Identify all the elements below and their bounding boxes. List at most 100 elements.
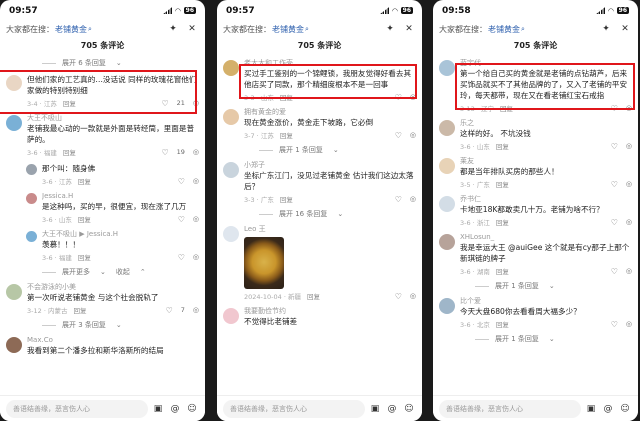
- image-icon[interactable]: ▣: [151, 402, 165, 416]
- heart-icon[interactable]: ♡: [395, 292, 402, 301]
- dislike-icon[interactable]: ◎: [626, 267, 632, 275]
- reply-button[interactable]: 回复: [496, 141, 509, 151]
- comment-input[interactable]: 善语结善缘，恶言伤人心: [6, 399, 148, 418]
- avatar[interactable]: [223, 308, 239, 324]
- username[interactable]: Jessica.H: [42, 192, 199, 201]
- avatar[interactable]: [439, 158, 455, 174]
- reply-button[interactable]: 回复: [500, 103, 513, 113]
- dislike-icon[interactable]: ◎: [193, 306, 199, 314]
- reply-button[interactable]: 回复: [496, 217, 509, 227]
- dislike-icon[interactable]: ◎: [410, 131, 416, 139]
- heart-icon[interactable]: ♡: [611, 180, 618, 189]
- avatar[interactable]: [6, 75, 22, 91]
- expand-replies[interactable]: 展开 6 条回复 ⌄: [0, 56, 205, 71]
- search-suggestion-bar[interactable]: 大家都在搜： 老铺黄金 ⌕ ✦ ✕: [433, 18, 638, 40]
- username[interactable]: 蓝宇代: [460, 59, 632, 68]
- heart-icon[interactable]: ♡: [395, 195, 402, 204]
- dislike-icon[interactable]: ◎: [626, 180, 632, 188]
- expand-replies[interactable]: 展开 16 条回复 ⌄: [217, 207, 422, 222]
- username[interactable]: 小郑子: [244, 161, 416, 170]
- avatar[interactable]: [223, 60, 239, 76]
- avatar[interactable]: [6, 337, 22, 353]
- expand-replies[interactable]: 展开 3 条回复 ⌄: [0, 318, 205, 333]
- avatar[interactable]: [439, 60, 455, 76]
- heart-icon[interactable]: ♡: [395, 93, 402, 102]
- reply-button[interactable]: 回复: [280, 92, 293, 102]
- username[interactable]: 拥有黄金的爱: [244, 108, 416, 117]
- username[interactable]: 乐之: [460, 119, 632, 128]
- username[interactable]: 莱友: [460, 157, 632, 166]
- dislike-icon[interactable]: ◎: [410, 292, 416, 300]
- at-icon[interactable]: @: [168, 402, 182, 416]
- reply-button[interactable]: 回复: [63, 147, 76, 157]
- dislike-icon[interactable]: ◎: [626, 320, 632, 328]
- close-icon[interactable]: ✕: [185, 22, 199, 36]
- avatar[interactable]: [223, 109, 239, 125]
- dislike-icon[interactable]: ◎: [193, 253, 199, 261]
- dislike-icon[interactable]: ◎: [626, 142, 632, 150]
- reply-button[interactable]: 回复: [496, 179, 509, 189]
- expand-replies[interactable]: 展开 1 条回复 ⌄: [433, 279, 638, 294]
- search-suggestion-bar[interactable]: 大家都在搜： 老铺黄金 ⌕ ✦ ✕: [0, 18, 205, 40]
- dislike-icon[interactable]: ◎: [410, 195, 416, 203]
- emoji-icon[interactable]: ☺: [618, 402, 632, 416]
- avatar[interactable]: [223, 226, 239, 242]
- dislike-icon[interactable]: ◎: [626, 104, 632, 112]
- username[interactable]: 我要勤俭节约: [244, 307, 416, 316]
- username[interactable]: 乔书仁: [460, 195, 632, 204]
- reply-button[interactable]: 回复: [78, 214, 91, 224]
- heart-icon[interactable]: ♡: [178, 177, 185, 186]
- avatar[interactable]: [6, 284, 22, 300]
- at-icon[interactable]: @: [601, 402, 615, 416]
- sparkle-icon[interactable]: ✦: [166, 22, 180, 36]
- heart-icon[interactable]: ♡: [611, 218, 618, 227]
- reply-button[interactable]: 回复: [78, 252, 91, 262]
- heart-icon[interactable]: ♡: [161, 99, 168, 108]
- reply-button[interactable]: 回复: [496, 319, 509, 329]
- dislike-icon[interactable]: ◎: [193, 177, 199, 185]
- search-term[interactable]: 老铺黄金: [272, 24, 304, 35]
- avatar[interactable]: [26, 231, 37, 242]
- avatar[interactable]: [26, 164, 37, 175]
- emoji-icon[interactable]: ☺: [185, 402, 199, 416]
- heart-icon[interactable]: ♡: [178, 215, 185, 224]
- reply-button[interactable]: 回复: [73, 305, 86, 315]
- username[interactable]: XHLosun_: [460, 233, 632, 242]
- avatar[interactable]: [439, 234, 455, 250]
- search-suggestion-bar[interactable]: 大家都在搜： 老铺黄金 ⌕ ✦ ✕: [217, 18, 422, 40]
- comment-photo[interactable]: [244, 237, 284, 289]
- heart-icon[interactable]: ♡: [611, 267, 618, 276]
- expand-more[interactable]: 展开更多 ⌄ 收起 ⌃: [0, 265, 205, 280]
- reply-button[interactable]: 回复: [63, 98, 76, 108]
- avatar[interactable]: [439, 120, 455, 136]
- avatar[interactable]: [223, 162, 239, 178]
- reply-button[interactable]: 回复: [280, 194, 293, 204]
- expand-replies[interactable]: 展开 1 条回复 ⌄: [217, 143, 422, 158]
- dislike-icon[interactable]: ◎: [193, 99, 199, 107]
- username[interactable]: 老大大和工作壳: [244, 59, 416, 68]
- sparkle-icon[interactable]: ✦: [599, 22, 613, 36]
- reply-button[interactable]: 回复: [496, 266, 509, 276]
- avatar[interactable]: [26, 193, 37, 204]
- username[interactable]: Leo 王: [244, 225, 416, 234]
- comment-list[interactable]: 蓝宇代 第一个给自己买的黄金就是老铺的点钻葫芦，后来买饰品就买不了其他品牌的了，…: [433, 56, 638, 395]
- heart-icon[interactable]: ♡: [395, 131, 402, 140]
- heart-icon[interactable]: ♡: [178, 253, 185, 262]
- comment-list[interactable]: 展开 6 条回复 ⌄ 但他们家的工艺真的…没话说 同样的玫瑰花窗他们家做的特别特别…: [0, 56, 205, 395]
- sparkle-icon[interactable]: ✦: [383, 22, 397, 36]
- heart-icon[interactable]: ♡: [611, 320, 618, 329]
- avatar[interactable]: [6, 115, 22, 131]
- dislike-icon[interactable]: ◎: [193, 148, 199, 156]
- heart-icon[interactable]: ♡: [611, 104, 618, 113]
- heart-icon[interactable]: ♡: [166, 306, 173, 315]
- username[interactable]: 大王不吸山: [27, 114, 199, 123]
- close-icon[interactable]: ✕: [618, 22, 632, 36]
- comment-input[interactable]: 善语结善缘，恶言伤人心: [223, 399, 365, 418]
- dislike-icon[interactable]: ◎: [193, 215, 199, 223]
- reply-button[interactable]: 回复: [307, 291, 320, 301]
- heart-icon[interactable]: ♡: [161, 148, 168, 157]
- emoji-icon[interactable]: ☺: [402, 402, 416, 416]
- username[interactable]: 不会游泳的小美: [27, 283, 199, 292]
- username[interactable]: 大王不吸山 ▶ Jessica.H: [42, 230, 199, 239]
- collapse-button[interactable]: 收起: [116, 267, 130, 277]
